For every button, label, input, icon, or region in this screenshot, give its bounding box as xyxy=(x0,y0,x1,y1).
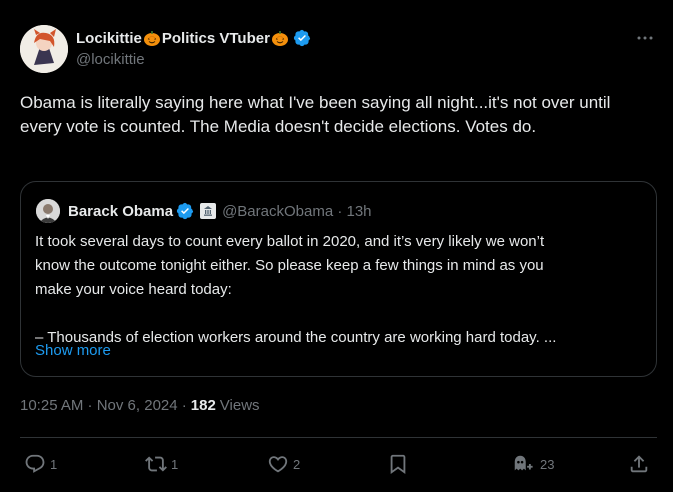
grok-button[interactable]: 23 xyxy=(512,449,554,479)
quote-text: It took several days to count every ball… xyxy=(35,230,647,350)
verified-badge-icon xyxy=(176,202,194,220)
views-count: 182 xyxy=(190,397,216,414)
quote-header: Barack Obama @BarackObama · 13h xyxy=(68,201,372,221)
pumpkin-icon xyxy=(271,29,289,47)
quoted-tweet[interactable]: Barack Obama @BarackObama · 13h It took … xyxy=(20,181,657,377)
reply-count: 1 xyxy=(50,456,58,472)
verified-badge-icon[interactable] xyxy=(293,29,311,47)
author-handle[interactable]: @locikittie xyxy=(76,51,145,68)
quote-avatar[interactable] xyxy=(36,199,60,223)
repost-button[interactable]: 1 xyxy=(145,449,178,479)
pumpkin-icon xyxy=(143,29,161,47)
share-icon xyxy=(630,455,648,473)
divider xyxy=(20,437,657,438)
author-display-name[interactable]: Locikittie xyxy=(76,30,142,47)
quote-line: – Thousands of election workers around t… xyxy=(35,329,557,346)
show-more-link[interactable]: Show more xyxy=(35,342,111,359)
quote-author-name[interactable]: Barack Obama xyxy=(68,203,173,220)
reply-button[interactable]: 1 xyxy=(24,449,57,479)
tweet: Locikittie Politics VTuber @locikittie O… xyxy=(0,0,673,492)
author-name-suffix[interactable]: Politics VTuber xyxy=(162,30,270,47)
bookmark-button[interactable] xyxy=(387,449,409,479)
quote-line: know the outcome tonight either. So plea… xyxy=(35,257,544,274)
like-button[interactable]: 2 xyxy=(267,449,300,479)
repost-icon xyxy=(145,456,167,472)
tweet-text: Obama is literally saying here what I've… xyxy=(20,93,611,136)
quote-handle-time[interactable]: @BarackObama · 13h xyxy=(222,203,371,220)
like-icon xyxy=(268,456,288,473)
avatar[interactable] xyxy=(20,25,68,73)
grok-icon xyxy=(514,455,533,471)
tweet-meta: 10:25 AM · Nov 6, 2024 · 182 Views xyxy=(20,397,260,414)
repost-count: 1 xyxy=(171,456,179,472)
timestamp[interactable]: 10:25 AM · Nov 6, 2024 · xyxy=(20,397,187,414)
grok-count: 23 xyxy=(540,456,555,472)
views-label: Views xyxy=(219,397,260,414)
government-affiliation-icon xyxy=(200,203,217,219)
bookmark-icon xyxy=(390,454,406,475)
quote-line: make your voice heard today: xyxy=(35,281,232,298)
share-button[interactable] xyxy=(628,449,650,479)
like-count: 2 xyxy=(293,456,301,472)
reply-icon xyxy=(25,454,45,473)
more-icon[interactable] xyxy=(635,28,655,48)
quote-line: It took several days to count every ball… xyxy=(35,233,545,250)
author-name-row[interactable]: Locikittie Politics VTuber xyxy=(76,28,311,48)
action-bar: 1 1 2 23 xyxy=(0,449,673,479)
quote-line xyxy=(35,302,647,326)
